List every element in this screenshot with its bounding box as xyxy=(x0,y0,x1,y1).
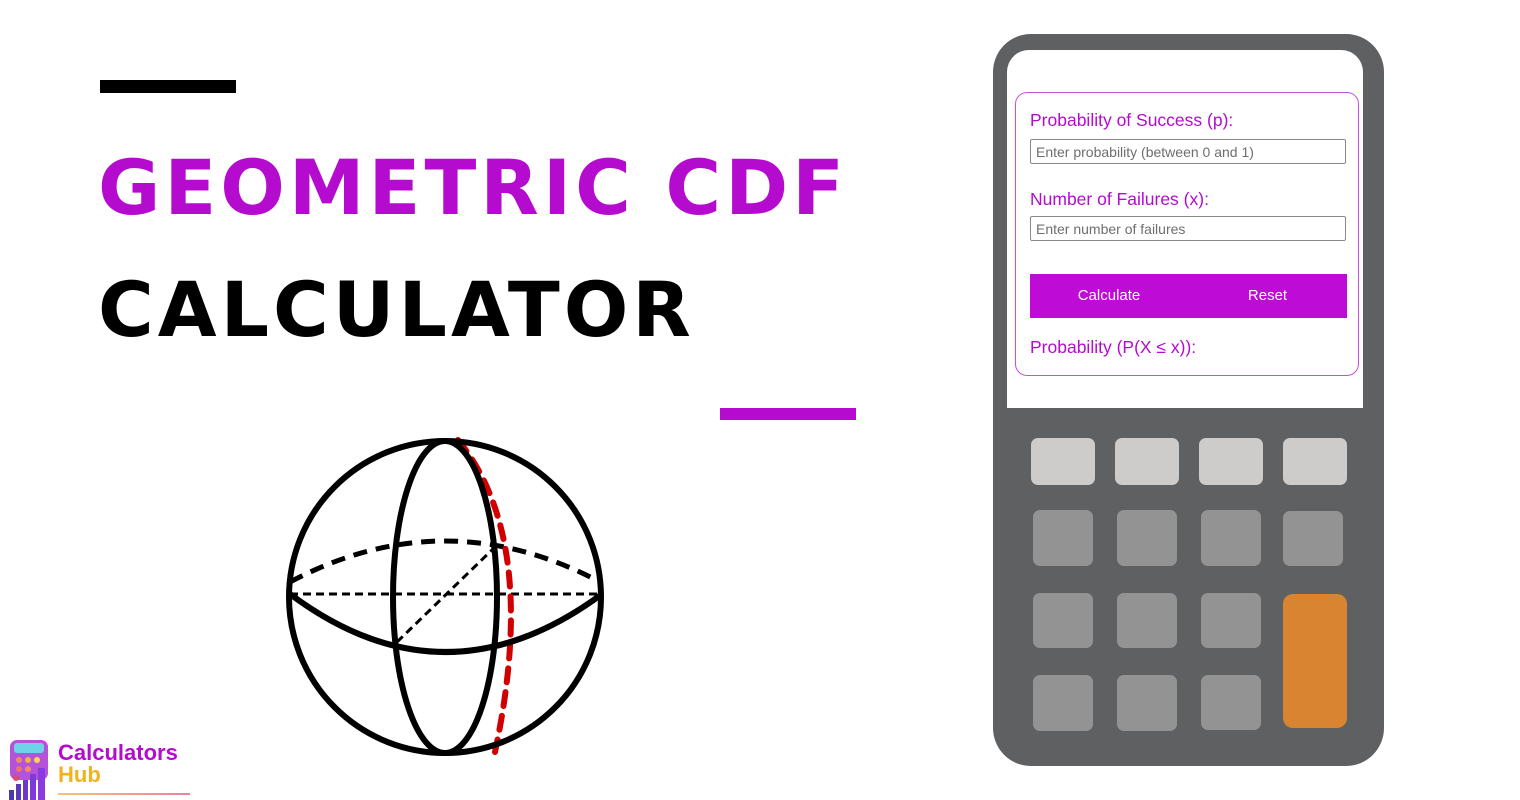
calculator-device: Probability of Success (p): Number of Fa… xyxy=(993,34,1384,766)
reset-button[interactable]: Reset xyxy=(1188,274,1347,318)
keypad-key[interactable] xyxy=(1033,675,1093,731)
brand-logo[interactable]: Calculators Hub xyxy=(6,738,196,800)
decorative-bar-accent xyxy=(720,408,856,420)
keypad-key[interactable] xyxy=(1115,438,1179,485)
equals-key[interactable] xyxy=(1283,594,1347,728)
keypad-key[interactable] xyxy=(1117,510,1177,566)
failures-label: Number of Failures (x): xyxy=(1030,189,1209,209)
failures-input[interactable] xyxy=(1030,216,1346,241)
keypad-key[interactable] xyxy=(1201,510,1261,566)
calculate-button[interactable]: Calculate xyxy=(1030,274,1188,318)
page-title-line2: CALCULATOR xyxy=(98,265,695,354)
keypad-key[interactable] xyxy=(1117,675,1177,731)
calculator-chart-icon xyxy=(9,740,48,800)
keypad-key[interactable] xyxy=(1283,438,1347,485)
result-label: Probability (P(X ≤ x)): xyxy=(1030,337,1197,357)
keypad-key[interactable] xyxy=(1033,510,1093,566)
keypad-key[interactable] xyxy=(1117,593,1177,648)
keypad-key[interactable] xyxy=(1031,438,1095,485)
keypad-key[interactable] xyxy=(1199,438,1263,485)
calculator-screen: Probability of Success (p): Number of Fa… xyxy=(1007,50,1363,408)
probability-input[interactable] xyxy=(1030,139,1346,164)
logo-name-line2: Hub xyxy=(58,762,101,787)
keypad-key[interactable] xyxy=(1283,511,1343,566)
decorative-bar-top xyxy=(100,80,236,93)
button-bar: Calculate Reset xyxy=(1030,274,1347,318)
keypad-key[interactable] xyxy=(1033,593,1093,648)
sphere-icon xyxy=(280,430,620,765)
keypad-key[interactable] xyxy=(1201,675,1261,730)
geometric-cdf-form: Probability of Success (p): Number of Fa… xyxy=(1015,92,1359,376)
probability-label: Probability of Success (p): xyxy=(1030,110,1234,130)
logo-underline xyxy=(58,793,190,795)
page-title-line1: GEOMETRIC CDF xyxy=(98,143,849,232)
keypad-key[interactable] xyxy=(1201,593,1261,648)
